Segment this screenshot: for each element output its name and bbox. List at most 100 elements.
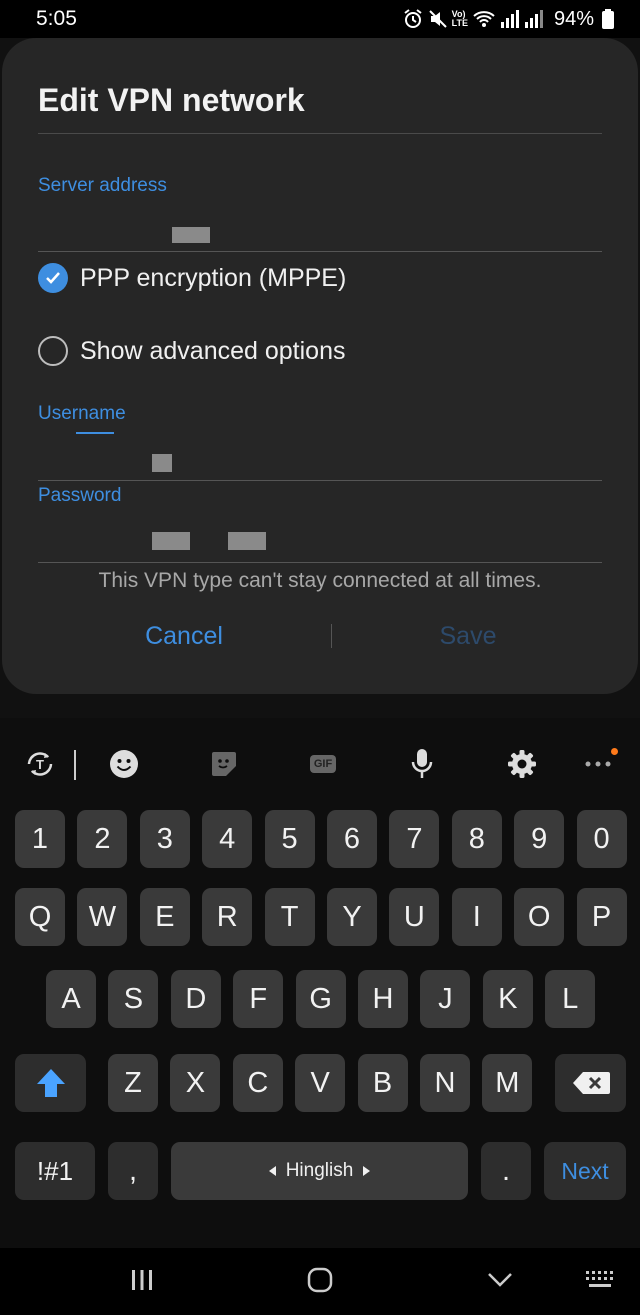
key-label: 1: [31, 822, 49, 855]
wifi-icon: [472, 9, 496, 29]
comma-key[interactable]: ,: [108, 1142, 158, 1200]
edit-vpn-dialog: Edit VPN network Server address PPP encr…: [2, 38, 638, 694]
letter-key[interactable]: J: [420, 970, 471, 1028]
battery-icon: [602, 9, 614, 29]
key-label: A: [61, 982, 81, 1015]
navigation-bar: [0, 1248, 640, 1315]
cancel-button[interactable]: Cancel: [84, 622, 284, 651]
sticker-icon[interactable]: [206, 746, 242, 782]
letter-key[interactable]: I: [451, 888, 502, 946]
letter-key[interactable]: R: [202, 888, 253, 946]
number-key[interactable]: 8: [451, 810, 502, 868]
next-key[interactable]: Next: [544, 1142, 626, 1200]
key-label: B: [372, 1066, 393, 1099]
period-key[interactable]: .: [481, 1142, 531, 1200]
key-label: 7: [406, 822, 423, 855]
letter-key[interactable]: B: [357, 1054, 408, 1112]
microphone-icon[interactable]: [404, 746, 440, 782]
translate-icon[interactable]: T: [22, 746, 58, 782]
status-time: 5:05: [36, 7, 77, 30]
advanced-options-label: Show advanced options: [80, 336, 346, 365]
key-label: O: [527, 900, 551, 933]
masked-value: [152, 454, 172, 472]
key-label: 2: [94, 822, 111, 855]
letter-key[interactable]: C: [232, 1054, 283, 1112]
keyboard-icon[interactable]: [580, 1264, 620, 1296]
battery-percent: 94%: [553, 7, 594, 30]
number-key[interactable]: 9: [514, 810, 565, 868]
advanced-options-checkbox[interactable]: Show advanced options: [38, 336, 345, 366]
letter-key[interactable]: Y: [327, 888, 377, 946]
letter-key[interactable]: G: [295, 970, 346, 1028]
number-key[interactable]: 6: [327, 810, 377, 868]
number-key[interactable]: 3: [139, 810, 190, 868]
letter-key[interactable]: O: [514, 888, 565, 946]
letter-key[interactable]: F: [233, 970, 284, 1028]
save-button[interactable]: Save: [368, 622, 568, 651]
key-label: 3: [156, 822, 173, 855]
number-key[interactable]: 2: [77, 810, 128, 868]
letter-key[interactable]: T: [264, 888, 315, 946]
password-field[interactable]: [38, 512, 602, 562]
settings-gear-icon[interactable]: [504, 746, 540, 782]
symbols-key[interactable]: !#1: [15, 1142, 95, 1200]
emoji-icon[interactable]: [106, 746, 142, 782]
dialog-title: Edit VPN network: [38, 82, 305, 118]
alarm-icon: [402, 8, 424, 30]
letter-key[interactable]: Z: [108, 1054, 158, 1112]
backspace-key[interactable]: [555, 1054, 626, 1112]
letter-key[interactable]: D: [170, 970, 221, 1028]
letter-key[interactable]: P: [576, 888, 627, 946]
username-underline: [38, 480, 602, 481]
username-field[interactable]: [38, 430, 602, 480]
recent-apps-icon[interactable]: [122, 1264, 162, 1296]
number-key[interactable]: 0: [576, 810, 627, 868]
letter-key[interactable]: L: [545, 970, 596, 1028]
cursor-highlight: [76, 432, 114, 434]
home-icon[interactable]: [300, 1264, 340, 1296]
letter-key[interactable]: S: [108, 970, 159, 1028]
checkbox-unchecked-icon: [38, 336, 68, 366]
signal-icon: [500, 10, 520, 28]
letter-key[interactable]: E: [139, 888, 190, 946]
letter-key[interactable]: M: [482, 1054, 533, 1112]
more-options-icon[interactable]: [580, 746, 618, 782]
letter-key[interactable]: X: [170, 1054, 221, 1112]
key-label: Q: [28, 900, 52, 933]
key-label: 0: [593, 822, 610, 855]
letter-key[interactable]: H: [358, 970, 408, 1028]
number-key[interactable]: 5: [264, 810, 315, 868]
letter-key[interactable]: U: [389, 888, 440, 946]
space-key-label: Hinglish: [285, 1160, 354, 1181]
password-label: Password: [38, 485, 122, 506]
back-chevron-icon[interactable]: [480, 1264, 520, 1296]
letter-key[interactable]: A: [46, 970, 96, 1028]
title-divider: [38, 133, 602, 134]
key-label: Y: [342, 900, 362, 933]
letter-key[interactable]: W: [77, 888, 128, 946]
key-label: C: [247, 1066, 269, 1099]
notification-dot: [611, 748, 618, 755]
key-label: 4: [219, 822, 236, 855]
letter-key[interactable]: Q: [15, 888, 65, 946]
letter-key[interactable]: K: [482, 970, 533, 1028]
gif-icon[interactable]: GIF: [305, 746, 341, 782]
period-key-label: .: [501, 1154, 511, 1187]
key-label: U: [403, 900, 425, 933]
lte-label: LTE: [451, 18, 468, 28]
signal-icon-2: [524, 10, 544, 28]
letter-key[interactable]: V: [295, 1054, 346, 1112]
space-key[interactable]: Hinglish: [171, 1142, 468, 1200]
key-label: N: [434, 1066, 456, 1099]
ppp-encryption-checkbox[interactable]: PPP encryption (MPPE): [38, 263, 346, 293]
letter-key[interactable]: N: [420, 1054, 470, 1112]
key-label: D: [185, 982, 207, 1015]
server-address-field[interactable]: [38, 203, 602, 251]
number-key[interactable]: 4: [202, 810, 253, 868]
arrow-left-icon: [268, 1166, 276, 1176]
next-key-label: Next: [561, 1157, 609, 1184]
shift-key[interactable]: [15, 1054, 86, 1112]
number-key[interactable]: 1: [15, 810, 65, 868]
number-key[interactable]: 7: [389, 810, 440, 868]
key-label: 6: [343, 822, 361, 855]
